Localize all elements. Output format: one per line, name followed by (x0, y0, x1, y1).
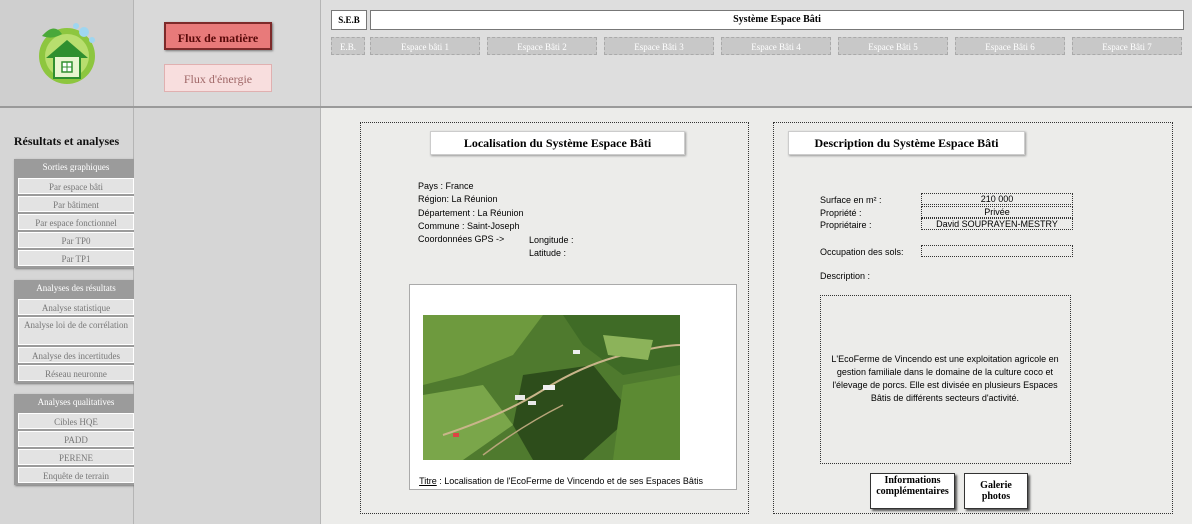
spacer-column (134, 108, 321, 524)
seb-title: Système Espace Bâti (370, 10, 1184, 30)
surface-value: 210 000 (921, 193, 1073, 205)
group-analyses-qualitatives: Analyses qualitatives Cibles HQE PADD PE… (14, 394, 138, 485)
propriete-label: Propriété : (820, 208, 862, 218)
proprietaire-label: Propriétaire : (820, 220, 872, 230)
flux-button-cell: Flux de matière Flux d'énergie (134, 0, 321, 106)
tab-espace-bati-6[interactable]: Espace Bâti 6 (955, 37, 1065, 55)
tab-espace-bati-3[interactable]: Espace Bâti 3 (604, 37, 714, 55)
main-content: Localisation du Système Espace Bâti Pays… (321, 108, 1192, 524)
tab-espace-bati-1[interactable]: Espace bâti 1 (370, 37, 480, 55)
galerie-photos-button[interactable]: Galerie photos (964, 473, 1028, 509)
sidebar-item-analyse-statistique[interactable]: Analyse statistique (18, 299, 134, 315)
sidebar-title: Résultats et analyses (13, 134, 120, 148)
sidebar-item-par-espace-bati[interactable]: Par espace bâti (18, 178, 134, 194)
sidebar-item-par-tp0[interactable]: Par TP0 (18, 232, 134, 248)
description-panel: Description du Système Espace Bâti Surfa… (773, 122, 1173, 514)
commune-text: Commune : Saint-Joseph (418, 221, 520, 231)
sidebar-item-par-espace-fonctionnel[interactable]: Par espace fonctionnel (18, 214, 134, 230)
localisation-panel: Localisation du Système Espace Bâti Pays… (360, 122, 749, 514)
occupation-label: Occupation des sols: (820, 247, 904, 257)
group-sorties-graphiques: Sorties graphiques Par espace bâti Par b… (14, 159, 138, 268)
propriete-value: Privée (921, 206, 1073, 218)
tab-espace-bati-2[interactable]: Espace Bâti 2 (487, 37, 597, 55)
eco-house-logo (39, 23, 95, 84)
results-sidebar: Résultats et analyses Sorties graphiques… (0, 108, 138, 524)
departement-text: Département : La Réunion (418, 208, 524, 218)
sidebar-item-perene[interactable]: PERENE (18, 449, 134, 465)
tab-espace-bati-4[interactable]: Espace Bâti 4 (721, 37, 831, 55)
sidebar-item-analyse-correlation[interactable]: Analyse loi de de corrélation (18, 317, 134, 345)
map-caption: Titre : Localisation de l'EcoFerme de Vi… (416, 475, 706, 487)
caption-prefix: Titre (419, 476, 437, 486)
sidebar-item-par-tp1[interactable]: Par TP1 (18, 250, 134, 266)
sidebar-item-enquete-terrain[interactable]: Enquête de terrain (18, 467, 134, 483)
sidebar-item-reseau-neuronne[interactable]: Réseau neuronne (18, 365, 134, 381)
group-title: Analyses des résultats (36, 283, 116, 293)
occupation-value (921, 245, 1073, 257)
group-title: Analyses qualitatives (37, 397, 115, 407)
description-title: Description du Système Espace Bâti (788, 131, 1025, 155)
localisation-title: Localisation du Système Espace Bâti (430, 131, 685, 155)
proprietaire-value: David SOUPRAYEN-MESTRY (921, 218, 1073, 230)
sidebar-item-padd[interactable]: PADD (18, 431, 134, 447)
map-frame (409, 284, 737, 490)
description-text: L'EcoFerme de Vincendo est une exploitat… (831, 354, 1059, 403)
sidebar-item-par-batiment[interactable]: Par bâtiment (18, 196, 134, 212)
longitude-label: Longitude : (529, 235, 574, 245)
sidebar-item-analyse-incertitudes[interactable]: Analyse des incertitudes (18, 347, 134, 363)
region-text: Région: La Réunion (418, 194, 498, 204)
caption-text: : Localisation de l'EcoFerme de Vincendo… (436, 476, 703, 486)
logo-cell (0, 0, 134, 106)
latitude-label: Latitude : (529, 248, 567, 258)
flux-matiere-button[interactable]: Flux de matière (164, 22, 272, 50)
tab-espace-bati-5[interactable]: Espace Bâti 5 (838, 37, 948, 55)
seb-label[interactable]: S.E.B (331, 10, 367, 30)
gps-label: Coordonnées GPS -> (418, 234, 505, 244)
satellite-map-image (423, 315, 680, 460)
surface-label: Surface en m² : (820, 195, 882, 205)
flux-energie-button[interactable]: Flux d'énergie (164, 64, 272, 92)
tab-espace-bati-7[interactable]: Espace Bâti 7 (1072, 37, 1182, 55)
sidebar-item-cibles-hqe[interactable]: Cibles HQE (18, 413, 134, 429)
informations-complementaires-button[interactable]: Informations complémentaires (870, 473, 955, 509)
group-title: Sorties graphiques (42, 162, 110, 172)
pays-text: Pays : France (418, 181, 474, 191)
description-label: Description : (820, 271, 871, 281)
tab-eb[interactable]: E.B. (331, 37, 365, 55)
group-analyses-resultats: Analyses des résultats Analyse statistiq… (14, 280, 138, 383)
description-box: L'EcoFerme de Vincendo est une exploitat… (820, 295, 1071, 464)
